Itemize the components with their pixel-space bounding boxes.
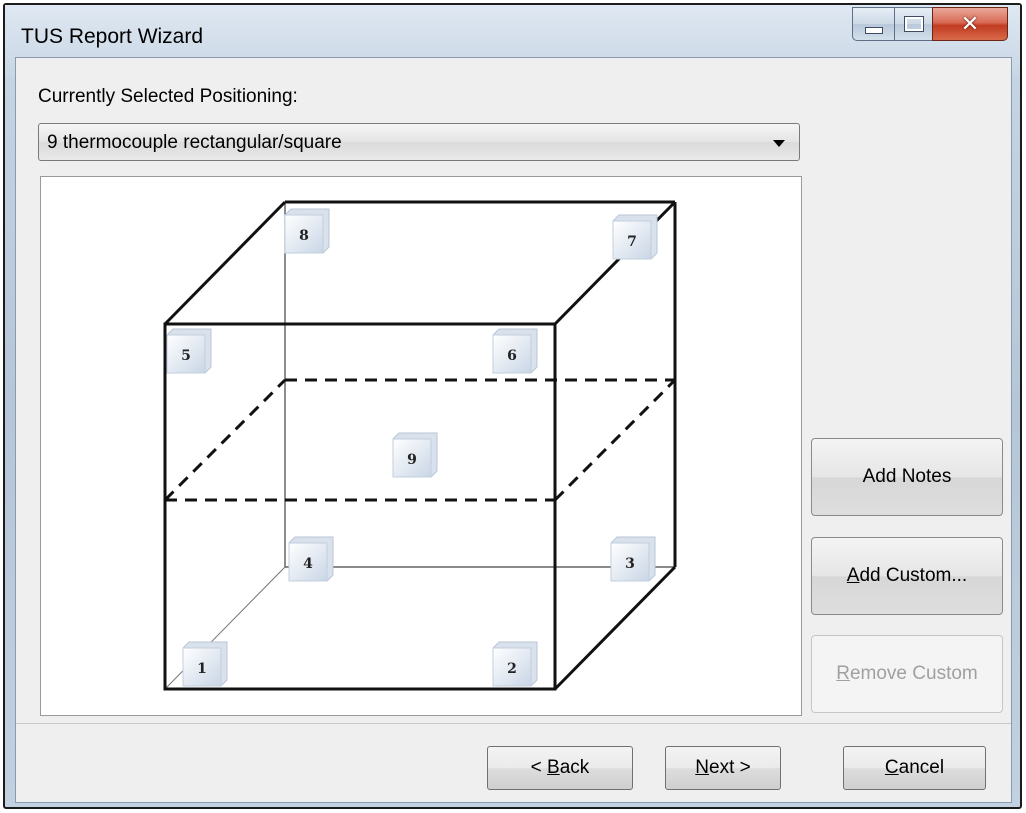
- caption-buttons: ✕: [852, 7, 1008, 43]
- marker-label: 4: [303, 556, 313, 572]
- next-accesskey: N: [695, 757, 709, 778]
- back-button[interactable]: < Back: [487, 746, 633, 790]
- marker-label: 1: [197, 661, 207, 677]
- chevron-down-icon[interactable]: [773, 140, 785, 147]
- remove-custom-accesskey: R: [836, 663, 850, 684]
- thermocouple-marker-8: 8: [284, 208, 330, 254]
- add-notes-label: Add Notes: [862, 466, 952, 487]
- marker-label: 9: [407, 452, 417, 468]
- thermocouple-marker-4: 4: [288, 536, 334, 582]
- add-custom-button[interactable]: Add Custom...: [811, 537, 1003, 615]
- back-label-prefix: <: [530, 757, 548, 778]
- positioning-label: Currently Selected Positioning:: [38, 86, 298, 107]
- positioning-select-value: 9 thermocouple rectangular/square: [47, 132, 342, 153]
- cube-edge: [553, 565, 677, 691]
- cancel-accesskey: C: [884, 757, 899, 778]
- marker-label: 7: [627, 234, 637, 250]
- remove-custom-label-rest: emove Custom: [849, 663, 978, 684]
- minimize-icon: [864, 26, 883, 34]
- wizard-window: TUS Report Wizard ✕ Currently Selected P…: [3, 3, 1022, 809]
- thermocouple-marker-2: 2: [492, 641, 538, 687]
- marker-label: 2: [507, 661, 517, 677]
- next-label: Next >: [695, 757, 750, 779]
- remove-custom-button[interactable]: Remove Custom: [811, 635, 1003, 713]
- back-label: < Back: [531, 757, 590, 779]
- next-button[interactable]: Next >: [665, 746, 781, 790]
- window-title: TUS Report Wizard: [21, 25, 204, 48]
- positioning-diagram: 1 2 3 4 5 6 7 8 9: [40, 176, 802, 716]
- thermocouple-marker-6: 6: [492, 328, 538, 374]
- cancel-label-rest: ancel: [898, 757, 945, 778]
- cancel-label: Cancel: [885, 757, 944, 779]
- thermocouple-marker-3: 3: [610, 536, 656, 582]
- close-icon: ✕: [960, 11, 980, 37]
- add-custom-label: Add Custom...: [847, 565, 967, 587]
- marker-label: 6: [507, 348, 517, 364]
- minimize-button[interactable]: [852, 7, 894, 41]
- thermocouple-marker-5: 5: [166, 328, 212, 374]
- marker-label: 5: [181, 348, 191, 364]
- close-button[interactable]: ✕: [932, 7, 1008, 41]
- thermocouple-marker-1: 1: [182, 641, 228, 687]
- thermocouple-marker-9: 9: [392, 432, 438, 478]
- wizard-client-area: Currently Selected Positioning: 9 thermo…: [15, 57, 1012, 803]
- cube-edge: [163, 200, 287, 326]
- remove-custom-label: Remove Custom: [836, 663, 978, 685]
- cube-diagram: 1 2 3 4 5 6 7 8 9: [163, 200, 677, 691]
- maximize-button[interactable]: [894, 7, 932, 41]
- back-accesskey: B: [547, 757, 560, 778]
- marker-label: 3: [625, 556, 635, 572]
- add-custom-accesskey: A: [846, 565, 860, 586]
- maximize-icon: [903, 16, 924, 32]
- thermocouple-marker-7: 7: [612, 214, 658, 260]
- next-label-rest: ext >: [709, 757, 751, 778]
- add-notes-button[interactable]: Add Notes: [811, 438, 1003, 516]
- back-label-rest: ack: [559, 757, 590, 778]
- marker-label: 8: [299, 228, 309, 244]
- add-custom-label-rest: dd Custom...: [859, 565, 968, 586]
- footer-divider: [16, 723, 1011, 724]
- cancel-button[interactable]: Cancel: [843, 746, 986, 790]
- positioning-select[interactable]: 9 thermocouple rectangular/square: [38, 123, 800, 161]
